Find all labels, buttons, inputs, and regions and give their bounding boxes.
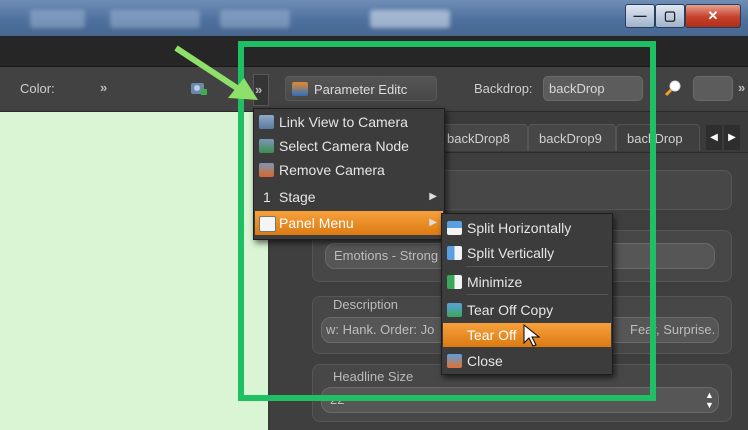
blurred-taskbar-item (110, 10, 200, 28)
window-titlebar: — ▢ ✕ (0, 0, 748, 36)
secondary-input[interactable] (693, 76, 733, 101)
menu-item-split-vertically[interactable]: Split Vertically (443, 241, 611, 265)
blurred-taskbar-item (220, 10, 290, 28)
color-label: Color: (20, 81, 55, 96)
camera-link-icon (259, 115, 274, 129)
menu-item-link-view-to-camera[interactable]: Link View to Camera (255, 110, 443, 134)
chevron-icon[interactable]: » (738, 80, 745, 95)
split-horizontal-icon (447, 221, 462, 235)
panel-icon (259, 216, 276, 232)
menu-item-panel-menu[interactable]: Panel Menu ▶ (255, 211, 443, 235)
tab-scroll-left-icon[interactable]: ◀ (706, 125, 722, 150)
stage-number: 1 (263, 189, 271, 205)
menu-separator (466, 294, 608, 295)
tear-off-copy-icon (447, 303, 462, 317)
context-menu: Link View to Camera Select Camera Node R… (253, 108, 445, 240)
menu-item-stage[interactable]: 1 Stage ▶ (255, 185, 443, 209)
menu-item-minimize[interactable]: Minimize (443, 270, 611, 294)
close-window-button[interactable]: ✕ (685, 4, 741, 28)
minimize-icon (447, 275, 462, 289)
panel-submenu: Split Horizontally Split Vertically Mini… (441, 213, 613, 375)
menu-separator (466, 266, 608, 267)
viewport-pane (0, 112, 236, 430)
camera-remove-icon (259, 163, 274, 177)
blurred-taskbar-item (30, 10, 85, 28)
menu-item-tear-off-copy[interactable]: Tear Off Copy (443, 298, 611, 322)
menu-item-select-camera-node[interactable]: Select Camera Node (255, 134, 443, 158)
menu-item-split-horizontally[interactable]: Split Horizontally (443, 216, 611, 240)
stepper-arrows-icon[interactable]: ▲ ▼ (705, 390, 714, 410)
submenu-arrow-icon: ▶ (429, 217, 437, 228)
annotation-arrow-icon (174, 45, 258, 100)
submenu-arrow-icon: ▶ (429, 191, 437, 202)
mouse-cursor-icon (523, 324, 541, 347)
menu-item-remove-camera[interactable]: Remove Camera (255, 158, 443, 182)
magnifier-icon[interactable] (664, 79, 682, 97)
maximize-window-button[interactable]: ▢ (655, 4, 685, 28)
minimize-window-button[interactable]: — (625, 4, 655, 28)
chevron-icon[interactable]: » (100, 80, 107, 95)
tab-scroll-right-icon[interactable]: ▶ (724, 125, 740, 150)
blurred-taskbar-item (370, 10, 450, 28)
menu-item-close[interactable]: Close (443, 349, 611, 373)
split-vertical-icon (447, 246, 462, 260)
camera-select-icon (259, 139, 274, 153)
close-panel-icon (447, 354, 462, 368)
